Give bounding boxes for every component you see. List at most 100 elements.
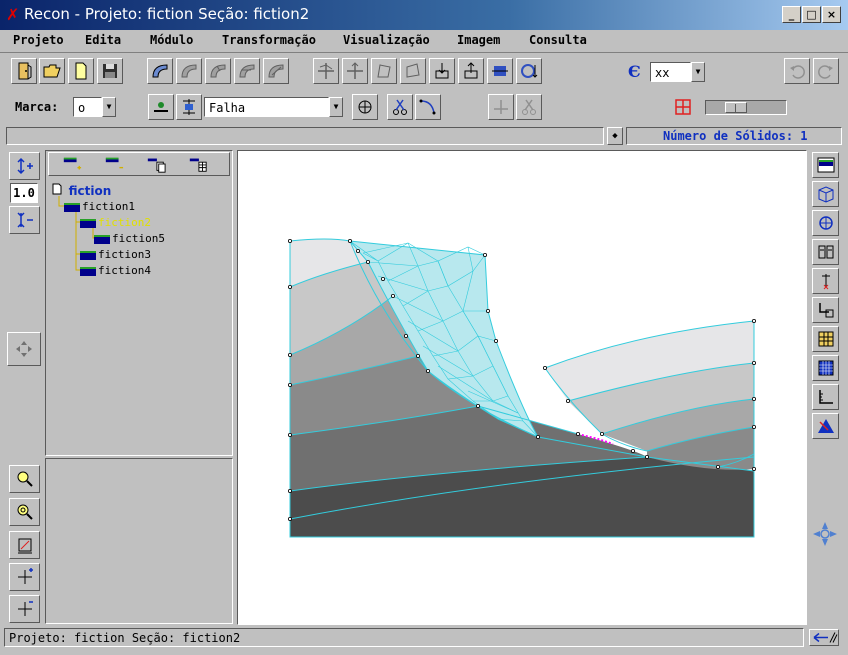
curve-merge-icon	[268, 64, 284, 78]
chevron-down-icon[interactable]: ▼	[329, 97, 343, 117]
menu-modulo[interactable]: Módulo	[150, 33, 193, 47]
expand-arrows-icon	[17, 568, 33, 584]
edit-region-button[interactable]	[371, 58, 397, 84]
save-button[interactable]	[97, 58, 123, 84]
import-button[interactable]	[429, 58, 455, 84]
drill-button[interactable]	[812, 268, 839, 294]
floppy-save-icon	[103, 64, 117, 78]
redo-button[interactable]	[813, 58, 839, 84]
polygon-edit-icon	[377, 64, 391, 78]
curve-cut-button[interactable]	[415, 94, 441, 120]
scissors-icon	[393, 99, 407, 115]
curve-tool-5-button[interactable]	[263, 58, 289, 84]
axis-button[interactable]	[812, 297, 839, 323]
geological-section[interactable]	[238, 151, 808, 626]
marca-combo[interactable]: o ▼	[73, 97, 116, 117]
horizon-button[interactable]	[148, 94, 174, 120]
new-button[interactable]	[68, 58, 94, 84]
rotate-region-button[interactable]	[400, 58, 426, 84]
globe-icon	[818, 216, 833, 230]
compass-button[interactable]	[352, 94, 378, 120]
tree-item-label: fiction2	[98, 216, 151, 229]
add-layer-button[interactable]	[57, 153, 87, 175]
zoom-slider[interactable]	[705, 100, 787, 115]
layer-tree: fiction fiction1 fiction2 fiction5 ficti…	[46, 176, 232, 454]
zoom-fit-button[interactable]	[9, 498, 40, 526]
solids-count: Número de Sólidos: 1	[663, 129, 808, 143]
exit-button[interactable]	[11, 58, 37, 84]
undo-button[interactable]	[784, 58, 810, 84]
open-button[interactable]	[39, 58, 65, 84]
layer-swatch-icon	[80, 266, 96, 276]
target-button[interactable]	[516, 58, 542, 84]
coordinate-combo[interactable]: xx ▼	[650, 62, 705, 82]
zoom-window-button[interactable]	[9, 531, 40, 559]
marca-label: Marca:	[15, 100, 59, 114]
vertical-scale-field[interactable]: 1.0	[10, 183, 38, 203]
close-button[interactable]: ×	[822, 6, 841, 23]
add-point-button[interactable]	[342, 58, 368, 84]
table-view-button[interactable]	[812, 326, 839, 352]
menu-visualizacao[interactable]: Visualização	[343, 33, 430, 47]
horizon-icon	[154, 102, 168, 112]
tree-item-fiction2[interactable]: fiction2	[80, 216, 151, 229]
move-point-button[interactable]	[313, 58, 339, 84]
menu-imagem[interactable]: Imagem	[457, 33, 500, 47]
restore-blue-icon	[492, 66, 508, 76]
maximize-button[interactable]: □	[802, 6, 821, 23]
cut-gray-button[interactable]	[516, 94, 542, 120]
menu-consulta[interactable]: Consulta	[529, 33, 587, 47]
minimize-button[interactable]: _	[782, 6, 801, 23]
layer-properties-button[interactable]	[183, 153, 213, 175]
copy-layer-icon	[147, 158, 166, 173]
curve-tool-3-button[interactable]	[205, 58, 231, 84]
expand-all-button[interactable]	[9, 563, 40, 591]
door-exit-icon	[18, 62, 32, 80]
curve-cut-icon	[419, 99, 436, 115]
status-text-box: Projeto: fiction Seção: fiction2	[4, 628, 804, 647]
add-point-icon	[347, 62, 363, 79]
triangulate-button[interactable]	[812, 413, 839, 439]
globe-button[interactable]	[812, 210, 839, 236]
tree-item-fiction5[interactable]: fiction5	[94, 232, 165, 245]
curve-tool-2-button[interactable]	[176, 58, 202, 84]
splitter-handle-icon[interactable]: ◆	[607, 127, 623, 145]
menu-edita[interactable]: Edita	[85, 33, 121, 47]
tree-item-fiction1[interactable]: fiction1	[64, 200, 135, 213]
export-button[interactable]	[458, 58, 484, 84]
cut-button[interactable]	[387, 94, 413, 120]
vertical-shrink-icon	[16, 212, 33, 228]
ruler-button[interactable]	[812, 384, 839, 410]
shrink-all-button[interactable]	[9, 595, 40, 623]
menu-transformacao[interactable]: Transformação	[222, 33, 316, 47]
section-view-button[interactable]	[812, 239, 839, 265]
tree-root[interactable]: fiction	[52, 183, 111, 198]
zoom-slider-thumb[interactable]	[725, 102, 747, 113]
section-canvas[interactable]	[237, 150, 807, 625]
tree-item-fiction3[interactable]: fiction3	[80, 248, 151, 261]
curve-tool-1-button[interactable]	[147, 58, 173, 84]
zoom-button[interactable]	[9, 465, 40, 493]
pan-button[interactable]	[7, 332, 41, 366]
3d-view-button[interactable]	[812, 181, 839, 207]
fault-tool-button[interactable]	[176, 94, 202, 120]
chevron-down-icon[interactable]: ▼	[691, 62, 705, 82]
tree-item-fiction4[interactable]: fiction4	[80, 264, 151, 277]
split-button[interactable]	[488, 94, 514, 120]
zoom-in-scale-button[interactable]	[9, 152, 40, 180]
menu-projeto[interactable]: Projeto	[13, 33, 64, 47]
remove-layer-button[interactable]	[99, 153, 129, 175]
status-action-button[interactable]	[809, 629, 839, 646]
grid-view-button[interactable]	[812, 355, 839, 381]
chevron-down-icon[interactable]: ▼	[102, 97, 116, 117]
marca-combo-value: o	[78, 101, 86, 115]
copy-layer-button[interactable]	[141, 153, 171, 175]
navigation-compass-icon[interactable]	[812, 521, 838, 547]
curve-tool-4-button[interactable]	[234, 58, 260, 84]
layers-view-button[interactable]	[812, 152, 839, 178]
restore-button[interactable]	[487, 58, 513, 84]
fault-combo[interactable]: Falha ▼	[204, 97, 343, 117]
split-icon	[494, 100, 508, 114]
zoom-out-scale-button[interactable]	[9, 206, 40, 234]
axis-box-icon	[818, 303, 833, 318]
